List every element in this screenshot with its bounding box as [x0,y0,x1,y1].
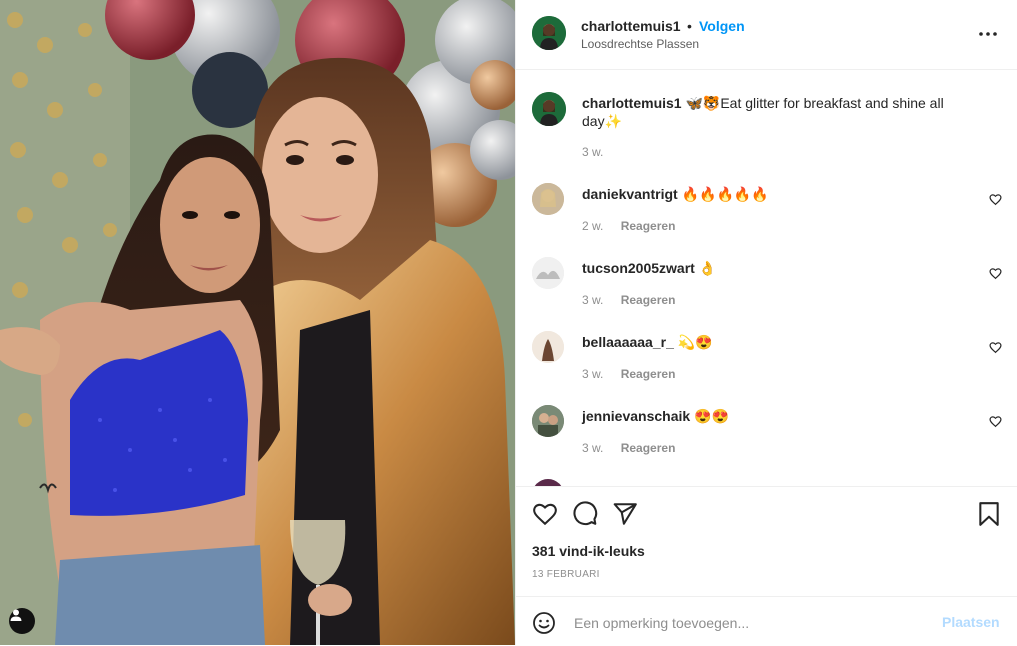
heart-icon [989,194,1002,206]
comment-username[interactable]: tucson2005zwart [582,260,695,276]
comment-text: tucson2005zwart 👌 [582,259,972,277]
comment-time[interactable]: 3 w. [582,367,603,381]
comment-time[interactable]: 2 w. [582,219,603,233]
heart-icon [989,416,1002,428]
share-button[interactable] [612,501,638,527]
comment-username[interactable]: daniekvantrigt [582,186,678,202]
like-button[interactable] [532,501,558,527]
comment-input[interactable] [572,611,926,635]
comment-meta: 2 w. Reageren [582,219,689,233]
comment-avatar-image [532,331,564,363]
author-avatar[interactable] [532,16,566,50]
comment-avatar-image [532,183,564,215]
comment-avatar[interactable] [532,405,564,437]
emoji-icon [533,612,555,634]
tagged-user-icon[interactable] [9,608,35,634]
reply-button[interactable]: Reageren [621,367,676,381]
comment-username[interactable]: bellaaaaaa_r_ [582,334,674,350]
likes-count[interactable]: 381 vind-ik-leuks [532,543,645,559]
comment-body: 💫😍 [677,334,713,350]
reply-button[interactable]: Reageren [621,293,676,307]
comment-like-button[interactable] [989,193,1002,206]
comment-body: 👌 [698,260,717,276]
comment-username[interactable]: jennievanschaik [582,408,690,424]
comment-meta: 3 w. Reageren [582,441,689,455]
comment-body: 🔥🔥🔥🔥🔥 [681,186,769,202]
caption-avatar[interactable] [532,92,566,126]
heart-icon [989,342,1002,354]
comment-avatar-partial[interactable] [532,479,564,486]
save-button[interactable] [976,501,1002,527]
comment-meta: 3 w. Reageren [582,293,689,307]
photo-illustration [0,0,515,645]
comment-avatar-image [532,257,564,289]
comment-icon [573,501,598,526]
more-options-icon [979,32,997,36]
more-options-button[interactable] [976,22,1000,46]
heart-icon [989,268,1002,280]
reply-button[interactable]: Reageren [621,441,676,455]
user-icon [10,609,22,621]
comment-time[interactable]: 3 w. [582,293,603,307]
comments-list[interactable]: charlottemuis1 🦋🐯Eat glitter for breakfa… [516,70,1017,486]
comment-text: daniekvantrigt 🔥🔥🔥🔥🔥 [582,185,972,203]
comment-avatar[interactable] [532,183,564,215]
comment-like-button[interactable] [989,341,1002,354]
caption-time[interactable]: 3 w. [582,145,603,159]
comment-composer: Plaatsen [516,596,1017,646]
separator-dot: • [687,18,692,34]
post-location[interactable]: Loosdrechtse Plassen [581,37,699,51]
caption-meta: 3 w. [582,145,617,159]
author-username[interactable]: charlottemuis1 [581,18,681,34]
comment-body: 😍😍 [694,408,729,424]
comment-time[interactable]: 3 w. [582,441,603,455]
post-photo[interactable] [0,0,515,645]
post-date[interactable]: 13 FEBRUARI [532,569,600,580]
comment-avatar[interactable] [532,257,564,289]
caption-text: charlottemuis1 🦋🐯Eat glitter for breakfa… [582,94,972,130]
post-comment-button[interactable]: Plaatsen [942,614,1000,630]
comment-like-button[interactable] [989,415,1002,428]
caption-avatar-image [532,92,566,126]
comment-button[interactable] [572,501,598,527]
caption-username[interactable]: charlottemuis1 [582,95,682,111]
comment-text: bellaaaaaa_r_ 💫😍 [582,333,972,351]
comment-like-button[interactable] [989,267,1002,280]
author-avatar-image [532,16,566,50]
follow-button[interactable]: Volgen [699,18,745,34]
post-side-panel: charlottemuis1 • Volgen Loosdrechtse Pla… [515,0,1017,645]
post-header: charlottemuis1 • Volgen Loosdrechtse Pla… [516,0,1017,70]
heart-icon [533,503,557,526]
comment-avatar[interactable] [532,331,564,363]
comment-text: jennievanschaik 😍😍 [582,407,972,425]
post-actions: 381 vind-ik-leuks 13 FEBRUARI [516,486,1017,597]
emoji-button[interactable] [532,611,556,635]
comment-meta: 3 w. Reageren [582,367,689,381]
reply-button[interactable]: Reageren [621,219,676,233]
comment-avatar-image [532,405,564,437]
share-icon [613,503,637,525]
bookmark-icon [979,502,999,526]
